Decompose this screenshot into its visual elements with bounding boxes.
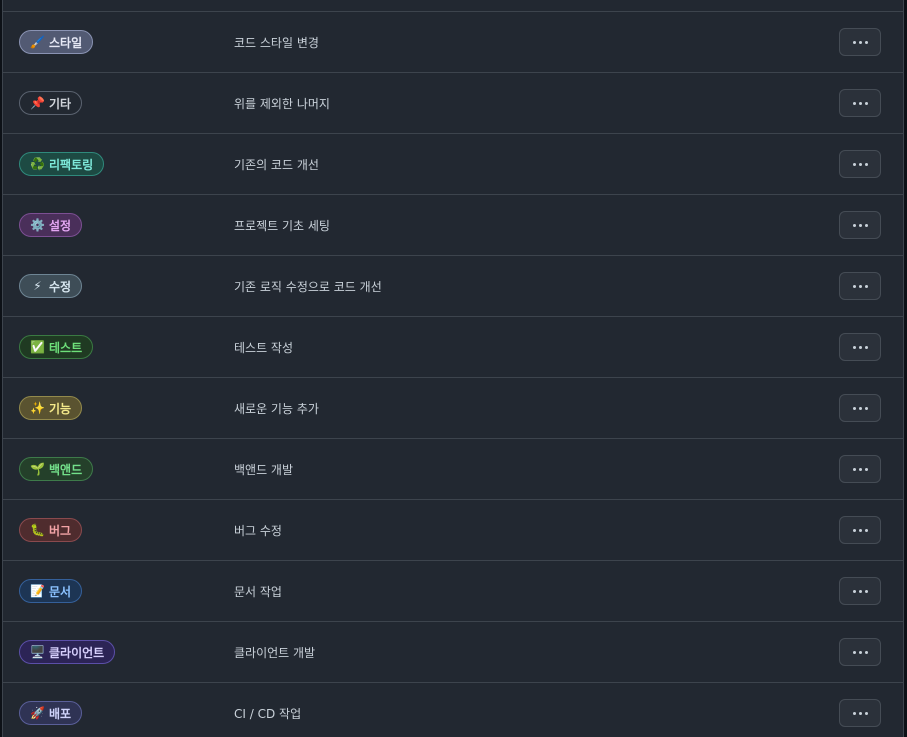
labels-list-panel: 🖌️ 스타일 코드 스타일 변경 📌 기타 위를 제외한 나머지 ♻️ 리팩토링… <box>2 0 904 737</box>
label-badge[interactable]: 🌱 백앤드 <box>19 457 94 481</box>
label-badge[interactable]: ♻️ 리팩토링 <box>19 152 105 176</box>
label-row-10: 🖥️ 클라이언트 클라이언트 개발 <box>3 622 903 683</box>
label-description: 기존의 코드 개선 <box>234 157 319 172</box>
label-description: CI / CD 작업 <box>234 706 302 721</box>
label-description: 기존 로직 수정으로 코드 개선 <box>234 279 382 294</box>
label-description: 버그 수정 <box>234 523 282 538</box>
label-description: 프로젝트 기초 세팅 <box>234 218 330 233</box>
label-emoji-icon: ♻️ <box>30 157 45 171</box>
label-name: 설정 <box>49 218 72 233</box>
label-emoji-icon: 📝 <box>30 584 45 598</box>
label-description: 테스트 작성 <box>234 340 294 355</box>
label-name: 배포 <box>49 706 72 721</box>
label-badge[interactable]: 🖌️ 스타일 <box>19 30 94 54</box>
label-name: 백앤드 <box>49 462 83 477</box>
label-row-7: 🌱 백앤드 백앤드 개발 <box>3 439 903 500</box>
kebab-horizontal-icon <box>852 650 868 654</box>
label-name: 기능 <box>49 401 72 416</box>
label-emoji-icon: ✨ <box>30 401 45 415</box>
label-cell: 🌱 백앤드 <box>19 439 94 499</box>
label-row-6: ✨ 기능 새로운 기능 추가 <box>3 378 903 439</box>
label-emoji-icon: 🖥️ <box>30 645 45 659</box>
label-more-options-button[interactable] <box>839 516 881 544</box>
label-name: 스타일 <box>49 35 83 50</box>
label-description: 문서 작업 <box>234 584 282 599</box>
kebab-horizontal-icon <box>852 223 868 227</box>
label-emoji-icon: ⚙️ <box>30 218 45 232</box>
label-badge[interactable]: 🚀 배포 <box>19 701 83 725</box>
label-more-options-button[interactable] <box>839 272 881 300</box>
label-more-options-button[interactable] <box>839 638 881 666</box>
label-emoji-icon: 🐛 <box>30 523 45 537</box>
kebab-horizontal-icon <box>852 589 868 593</box>
label-description: 위를 제외한 나머지 <box>234 96 330 111</box>
label-row-11: 🚀 배포 CI / CD 작업 <box>3 683 903 737</box>
label-row-9: 📝 문서 문서 작업 <box>3 561 903 622</box>
label-emoji-icon: 🖌️ <box>30 35 45 49</box>
kebab-horizontal-icon <box>852 40 868 44</box>
label-row-1: 📌 기타 위를 제외한 나머지 <box>3 73 903 134</box>
kebab-horizontal-icon <box>852 162 868 166</box>
label-more-options-button[interactable] <box>839 89 881 117</box>
label-cell: 🖥️ 클라이언트 <box>19 622 116 682</box>
kebab-horizontal-icon <box>852 284 868 288</box>
kebab-horizontal-icon <box>852 528 868 532</box>
label-badge[interactable]: 📝 문서 <box>19 579 83 603</box>
label-name: 수정 <box>49 279 72 294</box>
label-cell: ⚡ 수정 <box>19 256 83 316</box>
label-cell: 📝 문서 <box>19 561 83 621</box>
label-cell: ⚙️ 설정 <box>19 195 83 255</box>
kebab-horizontal-icon <box>852 345 868 349</box>
label-name: 클라이언트 <box>49 645 105 660</box>
label-badge[interactable]: ⚙️ 설정 <box>19 213 83 237</box>
kebab-horizontal-icon <box>852 101 868 105</box>
label-cell: 🐛 버그 <box>19 500 83 560</box>
label-badge[interactable]: 🐛 버그 <box>19 518 83 542</box>
label-badge[interactable]: ⚡ 수정 <box>19 274 83 298</box>
label-badge[interactable]: ✨ 기능 <box>19 396 83 420</box>
label-cell: ♻️ 리팩토링 <box>19 134 105 194</box>
label-badge[interactable]: 📌 기타 <box>19 91 83 115</box>
label-description: 클라이언트 개발 <box>234 645 316 660</box>
label-row-3: ⚙️ 설정 프로젝트 기초 세팅 <box>3 195 903 256</box>
label-more-options-button[interactable] <box>839 699 881 727</box>
label-name: 기타 <box>49 96 72 111</box>
label-row-0: 🖌️ 스타일 코드 스타일 변경 <box>3 12 903 73</box>
label-row-5: ✅ 테스트 테스트 작성 <box>3 317 903 378</box>
list-top-border <box>3 0 903 12</box>
kebab-horizontal-icon <box>852 711 868 715</box>
label-cell: 🖌️ 스타일 <box>19 12 94 72</box>
label-emoji-icon: ✅ <box>30 340 45 354</box>
label-row-8: 🐛 버그 버그 수정 <box>3 500 903 561</box>
label-description: 백앤드 개발 <box>234 462 294 477</box>
label-emoji-icon: 🌱 <box>30 462 45 476</box>
label-cell: ✅ 테스트 <box>19 317 94 377</box>
label-more-options-button[interactable] <box>839 333 881 361</box>
label-name: 테스트 <box>49 340 83 355</box>
label-name: 리팩토링 <box>49 157 94 172</box>
label-more-options-button[interactable] <box>839 150 881 178</box>
label-name: 버그 <box>49 523 72 538</box>
label-emoji-icon: ⚡ <box>33 279 42 293</box>
label-name: 문서 <box>49 584 72 599</box>
kebab-horizontal-icon <box>852 406 868 410</box>
label-cell: 🚀 배포 <box>19 683 83 737</box>
label-emoji-icon: 📌 <box>30 96 45 110</box>
kebab-horizontal-icon <box>852 467 868 471</box>
label-more-options-button[interactable] <box>839 577 881 605</box>
label-row-4: ⚡ 수정 기존 로직 수정으로 코드 개선 <box>3 256 903 317</box>
label-more-options-button[interactable] <box>839 394 881 422</box>
label-cell: 📌 기타 <box>19 73 83 133</box>
label-row-2: ♻️ 리팩토링 기존의 코드 개선 <box>3 134 903 195</box>
label-description: 코드 스타일 변경 <box>234 35 319 50</box>
label-more-options-button[interactable] <box>839 28 881 56</box>
label-more-options-button[interactable] <box>839 455 881 483</box>
labels-list: 🖌️ 스타일 코드 스타일 변경 📌 기타 위를 제외한 나머지 ♻️ 리팩토링… <box>3 12 903 737</box>
label-more-options-button[interactable] <box>839 211 881 239</box>
label-cell: ✨ 기능 <box>19 378 83 438</box>
label-badge[interactable]: 🖥️ 클라이언트 <box>19 640 116 664</box>
label-badge[interactable]: ✅ 테스트 <box>19 335 94 359</box>
label-description: 새로운 기능 추가 <box>234 401 319 416</box>
label-emoji-icon: 🚀 <box>30 706 45 720</box>
